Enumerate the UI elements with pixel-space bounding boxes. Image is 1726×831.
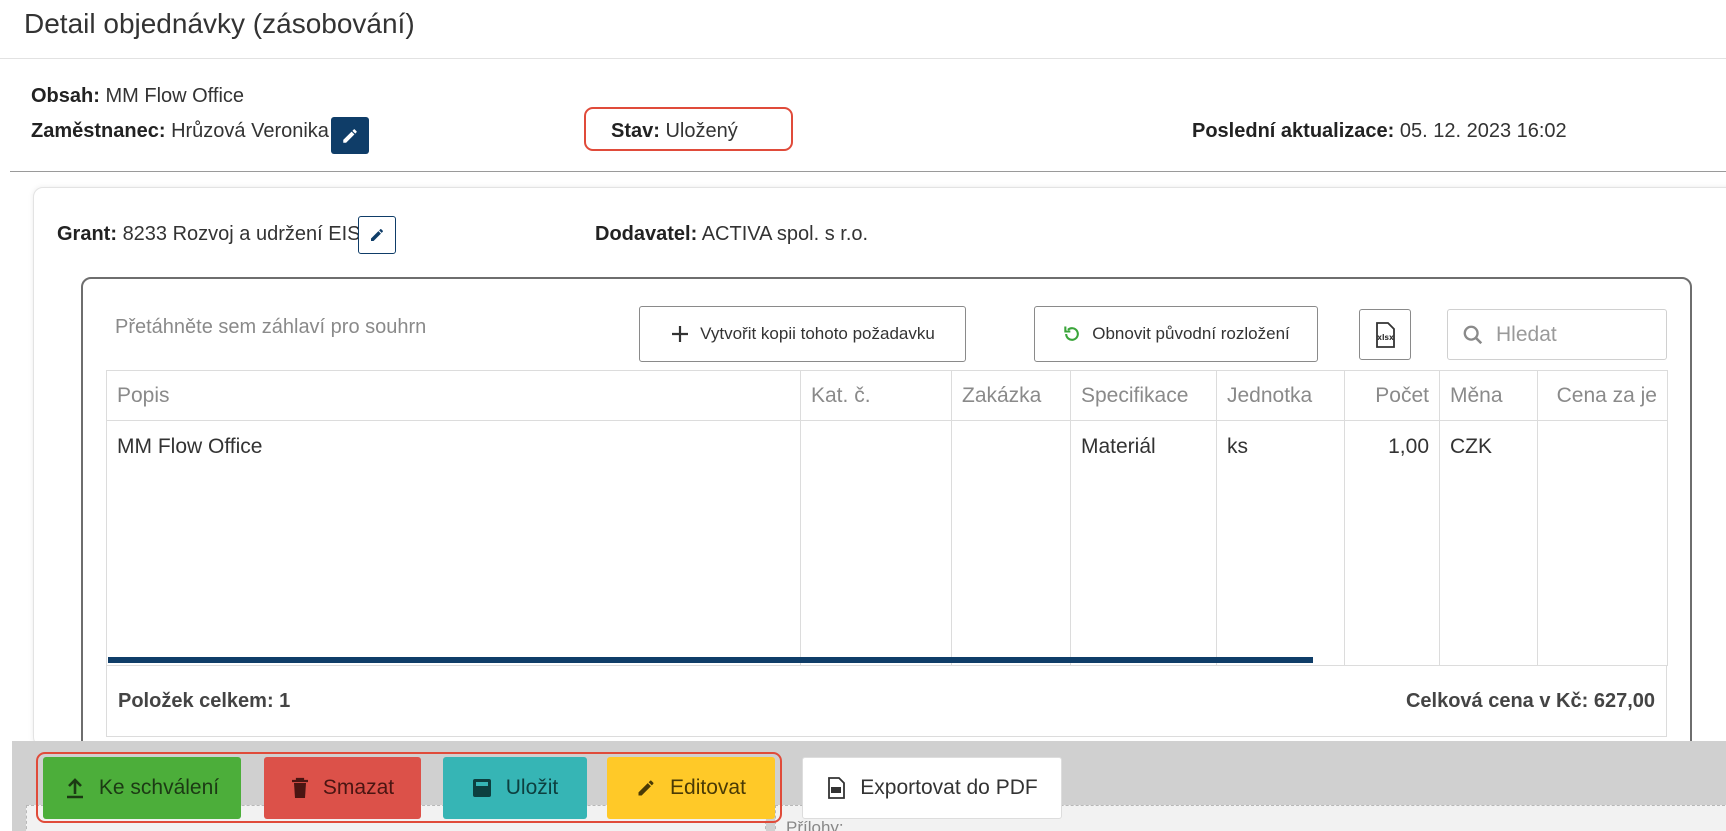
- pencil-icon: [343, 128, 357, 143]
- column-header-zakazka[interactable]: Zakázka: [951, 370, 1071, 421]
- svg-text:xlsx: xlsx: [1377, 333, 1394, 342]
- column-header-mena[interactable]: Měna: [1439, 370, 1538, 421]
- copy-request-button[interactable]: Vytvořit kopii tohoto požadavku: [639, 306, 966, 362]
- table-row[interactable]: MM Flow Office Materiál ks 1,00 CZK: [106, 420, 1668, 666]
- table-cell[interactable]: [1537, 420, 1668, 666]
- employee-field: Zaměstnanec: Hrůzová Veronika: [31, 120, 329, 143]
- grant-field: Grant: 8233 Rozvoj a udržení EIS: [57, 223, 360, 246]
- employee-value: Hrůzová Veronika: [171, 120, 329, 142]
- table-cell[interactable]: ks: [1216, 420, 1345, 666]
- edit-employee-button[interactable]: [331, 117, 369, 154]
- xlsx-icon: xlsx: [1376, 321, 1395, 348]
- table-header-row: Popis Kat. č. Zakázka Specifikace Jednot…: [106, 370, 1668, 421]
- column-header-pocet[interactable]: Počet: [1344, 370, 1440, 421]
- column-header-specifikace[interactable]: Specifikace: [1070, 370, 1217, 421]
- table-cell[interactable]: 1,00: [1344, 420, 1440, 666]
- search-input[interactable]: Hledat: [1447, 309, 1667, 360]
- supplier-value: ACTIVA spol. s r.o.: [701, 223, 869, 245]
- copy-request-label: Vytvořit kopii tohoto požadavku: [700, 324, 935, 343]
- items-count-summary: Položek celkem: 1: [118, 689, 291, 712]
- last-update-label: Poslední aktualizace:: [1192, 120, 1395, 142]
- supplier-label: Dodavatel:: [595, 223, 698, 245]
- actions-highlight: [36, 752, 782, 823]
- title-divider: [0, 58, 1726, 59]
- items-table: Popis Kat. č. Zakázka Specifikace Jednot…: [106, 370, 1668, 666]
- employee-label: Zaměstnanec:: [31, 120, 166, 142]
- table-cell[interactable]: [951, 420, 1071, 666]
- reset-layout-label: Obnovit původní rozložení: [1092, 324, 1290, 343]
- table-cell[interactable]: MM Flow Office: [106, 420, 801, 666]
- supplier-field: Dodavatel: ACTIVA spol. s r.o.: [595, 223, 868, 246]
- obsah-field: Obsah: MM Flow Office: [31, 85, 244, 108]
- plus-icon: [672, 326, 689, 342]
- status-value: Uložený: [665, 120, 738, 142]
- table-cell[interactable]: CZK: [1439, 420, 1538, 666]
- horizontal-scrollbar[interactable]: [108, 657, 1313, 663]
- export-xlsx-button[interactable]: xlsx: [1359, 309, 1411, 360]
- group-panel-hint[interactable]: Přetáhněte sem záhlaví pro souhrn: [115, 316, 426, 339]
- last-update-field: Poslední aktualizace: 05. 12. 2023 16:02: [1192, 120, 1567, 143]
- obsah-value: MM Flow Office: [105, 85, 245, 107]
- status-field: Stav: Uložený: [611, 120, 738, 143]
- refresh-icon: [1064, 326, 1080, 341]
- header-divider: [10, 171, 1726, 172]
- last-update-value: 05. 12. 2023 16:02: [1399, 120, 1567, 142]
- pdf-icon: [828, 777, 846, 799]
- export-pdf-label: Exportovat do PDF: [860, 776, 1038, 799]
- page-title: Detail objednávky (zásobování): [24, 8, 415, 39]
- table-cell[interactable]: [800, 420, 952, 666]
- export-pdf-button[interactable]: Exportovat do PDF: [802, 757, 1062, 819]
- column-header-cena[interactable]: Cena za je: [1537, 370, 1668, 421]
- grant-label: Grant:: [57, 223, 117, 245]
- obsah-label: Obsah:: [31, 85, 100, 107]
- status-label: Stav:: [611, 120, 660, 142]
- column-header-jednotka[interactable]: Jednotka: [1216, 370, 1345, 421]
- column-header-kat[interactable]: Kat. č.: [800, 370, 952, 421]
- table-cell[interactable]: Materiál: [1070, 420, 1217, 666]
- edit-grant-button[interactable]: [358, 216, 396, 254]
- total-price-summary: Celková cena v Kč: 627,00: [1405, 689, 1655, 712]
- pencil-icon: [371, 229, 383, 241]
- reset-layout-button[interactable]: Obnovit původní rozložení: [1034, 306, 1318, 362]
- grant-value: 8233 Rozvoj a udržení EIS: [122, 223, 361, 245]
- search-icon: [1463, 325, 1483, 344]
- column-header-popis[interactable]: Popis: [106, 370, 801, 421]
- grid-summary-footer: Položek celkem: 1 Celková cena v Kč: 627…: [106, 666, 1667, 737]
- search-placeholder: Hledat: [1496, 322, 1557, 346]
- attachments-label: Přílohy:: [786, 818, 844, 831]
